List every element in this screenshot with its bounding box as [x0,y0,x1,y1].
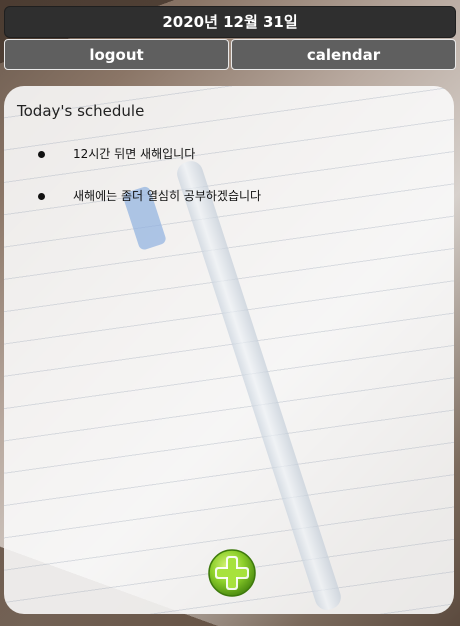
list-item[interactable]: 12시간 뒤면 새해입니다 [17,142,437,184]
schedule-list: 12시간 뒤면 새해입니다 새해에는 좀더 열심히 공부하겠습니다 [17,142,437,226]
list-item-text: 새해에는 좀더 열심히 공부하겠습니다 [73,189,262,203]
plus-icon [208,549,256,597]
nav-bar: logout calendar [4,39,456,70]
logout-label: logout [89,45,144,64]
bullet-icon [38,193,45,200]
list-item-text: 12시간 뒤면 새해입니다 [73,147,196,161]
date-header: 2020년 12월 31일 [4,6,456,38]
bullet-icon [38,151,45,158]
list-item[interactable]: 새해에는 좀더 열심히 공부하겠습니다 [17,184,437,226]
calendar-button[interactable]: calendar [231,39,456,70]
calendar-label: calendar [306,45,381,64]
add-schedule-button[interactable] [207,548,257,598]
date-text: 2020년 12월 31일 [162,13,298,31]
schedule-title: Today's schedule [17,102,145,120]
schedule-panel: Today's schedule 12시간 뒤면 새해입니다 새해에는 좀더 열… [4,86,454,614]
logout-button[interactable]: logout [4,39,229,70]
